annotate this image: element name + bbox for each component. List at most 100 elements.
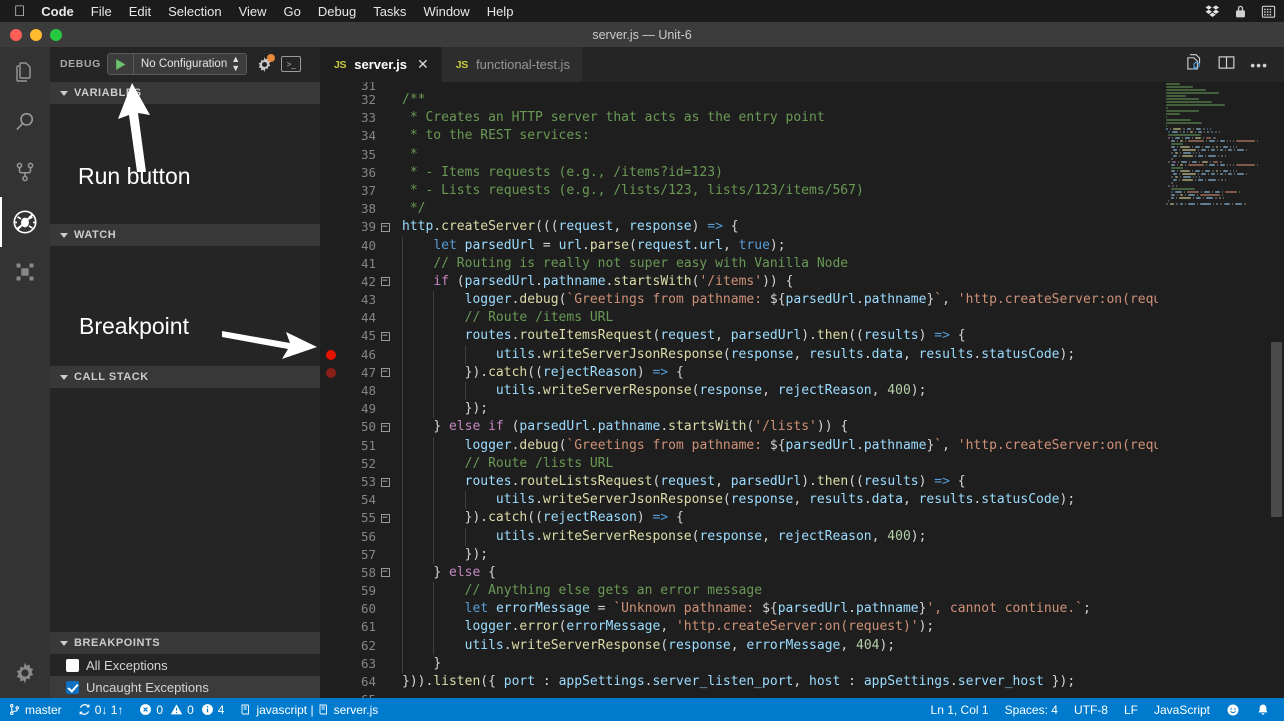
status-eol[interactable]: LF [1116,698,1146,721]
run-button[interactable] [108,54,134,74]
fold-gutter[interactable]: − [376,368,394,378]
list-item[interactable]: Uncaught Exceptions [50,676,320,698]
feedback-smiley-icon[interactable] [1218,698,1248,721]
code-line[interactable]: 43 logger.debug(`Greetings from pathname… [320,291,1284,310]
fold-gutter[interactable]: − [376,513,394,523]
menu-item-file[interactable]: File [91,4,112,19]
code-line[interactable]: 64})).listen({ port : appSettings.server… [320,673,1284,691]
breakpoint-gutter[interactable] [320,367,342,378]
sidebar-item-debug[interactable] [0,197,50,247]
fold-gutter[interactable]: − [376,222,394,232]
status-problems[interactable]: 0 0 4 [131,698,232,721]
code-line[interactable]: 53− routes.routeListsRequest(request, pa… [320,472,1284,492]
sidebar-item-extensions[interactable] [0,247,50,297]
open-debug-console-button[interactable]: >_ [281,56,302,72]
checkbox-uncaught-exceptions[interactable] [66,680,79,694]
menu-item-go[interactable]: Go [284,4,301,19]
grid-icon[interactable] [1261,4,1276,19]
dropbox-icon[interactable] [1205,4,1220,19]
code-line[interactable]: 60 let errorMessage = `Unknown pathname:… [320,600,1284,619]
fold-icon[interactable]: − [380,222,390,232]
pane-header-call-stack[interactable]: CALL STACK [50,366,320,388]
fold-gutter[interactable]: − [376,568,394,578]
code-line[interactable]: 39− http.createServer(((request, response… [320,218,1284,236]
close-icon[interactable]: ✕ [417,56,429,73]
code-line[interactable]: 32 /** [320,91,1284,109]
fold-icon[interactable]: − [380,368,390,378]
fold-icon[interactable]: − [380,513,390,523]
fold-icon[interactable]: − [380,477,390,487]
sidebar-item-search[interactable] [0,97,50,147]
fold-icon[interactable]: − [380,277,390,287]
debug-settings-button[interactable] [253,53,276,75]
fold-gutter[interactable]: − [376,332,394,342]
status-encoding[interactable]: UTF-8 [1066,698,1116,721]
status-cursor-position[interactable]: Ln 1, Col 1 [923,698,997,721]
code-line[interactable]: 51 logger.debug(`Greetings from pathname… [320,436,1284,455]
code-line[interactable]: 41 // Routing is really not super easy w… [320,254,1284,273]
sidebar-item-explorer[interactable] [0,47,50,97]
fold-icon[interactable]: − [380,568,390,578]
code-line[interactable]: 50− } else if (parsedUrl.pathname.starts… [320,418,1284,437]
fold-icon[interactable]: − [380,332,390,342]
code-line[interactable]: 35 * [320,146,1284,164]
fold-gutter[interactable]: − [376,422,394,432]
code-line[interactable]: 62 utils.writeServerResponse(response, e… [320,636,1284,655]
scrollbar-thumb[interactable] [1271,342,1282,517]
pane-header-breakpoints[interactable]: BREAKPOINTS [50,632,320,654]
code-line[interactable]: 52 // Route /lists URL [320,454,1284,473]
fold-icon[interactable]: − [380,422,390,432]
fold-gutter[interactable]: − [376,477,394,487]
tab-server-js[interactable]: JS server.js ✕ [320,47,442,82]
menu-item-debug[interactable]: Debug [318,4,356,19]
code-line[interactable]: 56 utils.writeServerResponse(response, r… [320,527,1284,546]
status-branch[interactable]: master [0,698,70,721]
menu-item-window[interactable]: Window [423,4,469,19]
code-line[interactable]: 54 utils.writeServerJsonResponse(respons… [320,491,1284,510]
minimize-button[interactable] [30,28,42,41]
code-line[interactable]: 61 logger.error(errorMessage, 'http.crea… [320,618,1284,637]
list-item[interactable]: All Exceptions [50,654,320,676]
checkbox-all-exceptions[interactable] [66,658,79,672]
code-lines[interactable]: 31 32 /** 33 * Creates an HTTP server that … [320,82,1284,698]
status-language-mode[interactable]: JavaScript [1146,698,1218,721]
menu-item-edit[interactable]: Edit [129,4,151,19]
apple-logo-icon[interactable]:  [14,4,25,19]
code-line[interactable]: 34 * to the REST services: [320,127,1284,145]
editor-scrollbar[interactable] [1268,82,1284,698]
code-line[interactable]: 36 * - Items requests (e.g., /items?id=1… [320,164,1284,182]
code-line[interactable]: 58− } else { [320,563,1284,583]
editor-minimap[interactable] [1158,82,1268,698]
code-line[interactable]: 63 } [320,654,1284,673]
menu-item-view[interactable]: View [239,4,267,19]
code-line[interactable]: 48 utils.writeServerResponse(response, r… [320,382,1284,401]
status-sync[interactable]: 0↓ 1↑ [70,698,132,721]
code-line[interactable]: 49 }); [320,400,1284,419]
more-actions-icon[interactable]: ••• [1250,57,1268,73]
debug-configuration-selector[interactable]: No Configuration ▲ ▼ [106,53,248,75]
code-line[interactable]: 55− }).catch((rejectReason) => { [320,509,1284,528]
split-editor-icon[interactable] [1217,53,1236,77]
pane-header-watch[interactable]: WATCH [50,224,320,246]
maximize-button[interactable] [50,28,62,41]
manage-settings-button[interactable] [0,648,50,698]
status-indentation[interactable]: Spaces: 4 [997,698,1066,721]
code-line[interactable]: 40 let parsedUrl = url.parse(request.url… [320,236,1284,255]
fold-gutter[interactable]: − [376,277,394,287]
sidebar-item-source-control[interactable] [0,147,50,197]
code-line[interactable]: 47− }).catch((rejectReason) => { [320,363,1284,382]
code-line[interactable]: 65 [320,691,1284,698]
code-line[interactable]: 42− if (parsedUrl.pathname.startsWith('/… [320,272,1284,292]
close-button[interactable] [10,28,22,41]
code-line[interactable]: 38 */ [320,200,1284,218]
status-active-files[interactable]: javascript | server.js [232,698,386,721]
menu-item-tasks[interactable]: Tasks [373,4,406,19]
code-line[interactable]: 37 * - Lists requests (e.g., /lists/123,… [320,182,1284,200]
code-line[interactable]: 57 }); [320,545,1284,564]
editor-code-area[interactable]: 31 32 /** 33 * Creates an HTTP server that … [320,82,1284,698]
notifications-bell-icon[interactable] [1248,698,1284,721]
tab-functional-test-js[interactable]: JS functional-test.js [441,47,583,82]
pane-header-variables[interactable]: VARIABLES [50,82,320,104]
lock-icon[interactable] [1233,4,1248,19]
split-editor-preview-icon[interactable] [1184,53,1203,77]
